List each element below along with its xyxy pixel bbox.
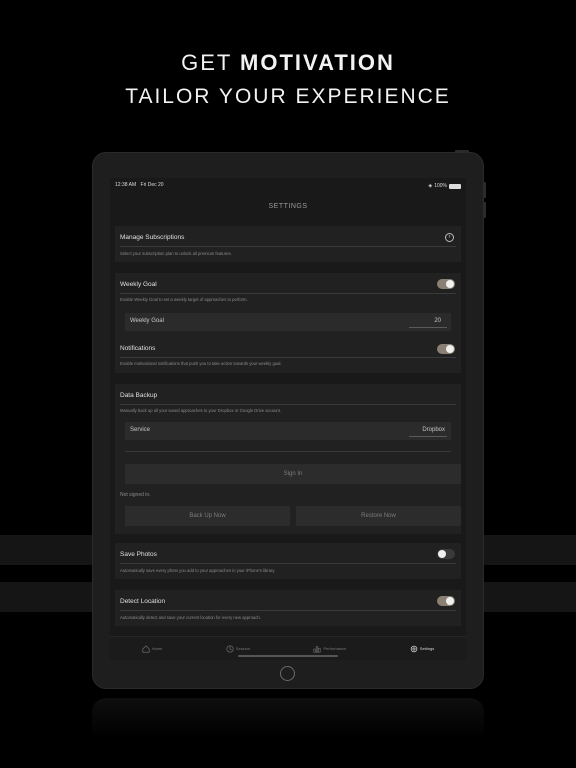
tab-settings-label: Settings — [419, 646, 435, 651]
save-photos-toggle[interactable] — [437, 549, 455, 559]
row-divider — [120, 246, 456, 247]
battery-icon — [449, 183, 461, 189]
row-divider — [120, 610, 456, 611]
detect-location-title: Detect Location — [120, 598, 166, 605]
performance-icon — [313, 645, 321, 652]
hero-line-1: GET MOTIVATION — [0, 48, 576, 78]
toggle-knob — [446, 280, 454, 288]
tab-performance-label: Performance — [323, 646, 347, 651]
device-volume-down — [483, 202, 486, 218]
chevron-right-icon[interactable]: › — [445, 233, 454, 242]
data-backup-title: Data Backup — [120, 392, 158, 399]
home-indicator — [238, 655, 338, 657]
tab-performance[interactable]: Performance — [313, 645, 346, 653]
tab-settings[interactable]: Settings — [410, 645, 434, 653]
battery-percent: 100% — [434, 183, 447, 189]
hero-header: GET MOTIVATION TAILOR YOUR EXPERIENCE — [0, 48, 576, 112]
weekly-goal-desc: Enable Weekly Goal to set a weekly targe… — [120, 297, 248, 302]
device-screen: 12:38 AM Fri Dec 20 ◈ 100% SETTINGS Mana… — [110, 178, 466, 660]
weekly-goal-toggle[interactable] — [437, 279, 455, 289]
status-bar: 12:38 AM Fri Dec 20 ◈ 100% — [115, 182, 461, 190]
sign-in-status: Not signed in. — [120, 492, 151, 498]
device-reflection — [92, 698, 484, 738]
service-value[interactable]: Dropbox — [422, 427, 445, 433]
tab-home[interactable]: Home — [142, 644, 163, 653]
page-title: SETTINGS — [268, 203, 308, 210]
weekly-goal-field-value[interactable]: 20 — [434, 318, 441, 324]
row-divider — [120, 404, 456, 405]
device-top-button — [455, 150, 469, 153]
save-photos-title: Save Photos — [120, 551, 157, 558]
notifications-title: Notifications — [120, 345, 156, 352]
weekly-goal-field-label: Weekly Goal — [130, 318, 164, 324]
field-underline — [409, 327, 447, 328]
row-divider — [120, 563, 456, 564]
tab-session-label: Session — [235, 646, 251, 651]
row-divider — [120, 293, 456, 294]
detect-location-desc: Automatically detect and save your curre… — [120, 615, 261, 620]
data-backup-desc: Manually back up all your saved approach… — [120, 408, 282, 413]
row-divider — [125, 451, 451, 452]
weekly-goal-title: Weekly Goal — [120, 281, 157, 288]
device-volume-up — [483, 182, 486, 198]
sign-in-button[interactable]: Sign In — [125, 464, 461, 484]
detect-location-section: Detect Location Automatically detect and… — [115, 590, 461, 626]
manage-subscriptions-desc: Select your subscription plan to unlock … — [120, 251, 232, 256]
notifications-desc: Enable motivational notifications that p… — [120, 361, 282, 366]
settings-icon — [410, 645, 418, 652]
service-label: Service — [130, 427, 151, 433]
hero-prefix: GET — [181, 50, 241, 75]
status-date: Fri Dec 20 — [140, 182, 164, 188]
toggle-knob — [446, 597, 454, 605]
home-icon — [142, 644, 150, 653]
tab-session[interactable]: Session — [226, 644, 251, 653]
data-backup-section: Data Backup Manually back up all your sa… — [115, 384, 461, 534]
toggle-knob — [446, 345, 454, 353]
service-picker[interactable]: Service Dropbox — [125, 422, 451, 440]
status-time: 12:38 AM — [115, 182, 137, 188]
detect-location-toggle[interactable] — [437, 596, 455, 606]
toggle-knob — [438, 550, 446, 558]
wifi-icon: ◈ — [428, 183, 433, 189]
restore-now-button[interactable]: Restore Now — [296, 506, 461, 526]
manage-subscriptions-section[interactable]: Manage Subscriptions › Select your subsc… — [115, 226, 461, 262]
row-divider — [120, 357, 456, 358]
session-icon — [226, 644, 234, 653]
hero-bold-word: MOTIVATION — [240, 50, 395, 75]
weekly-goal-section: Weekly Goal Enable Weekly Goal to set a … — [115, 273, 461, 373]
field-underline — [409, 436, 447, 437]
home-button[interactable] — [280, 666, 295, 681]
notifications-toggle[interactable] — [437, 344, 455, 354]
manage-subscriptions-title: Manage Subscriptions — [120, 234, 185, 241]
save-photos-desc: Automatically save every photo you add t… — [120, 568, 276, 573]
tab-home-label: Home — [151, 646, 163, 651]
save-photos-section: Save Photos Automatically save every pho… — [115, 543, 461, 579]
back-up-now-button[interactable]: Back Up Now — [125, 506, 290, 526]
weekly-goal-field[interactable]: Weekly Goal 20 — [125, 313, 451, 331]
hero-line-2: TAILOR YOUR EXPERIENCE — [125, 85, 451, 108]
